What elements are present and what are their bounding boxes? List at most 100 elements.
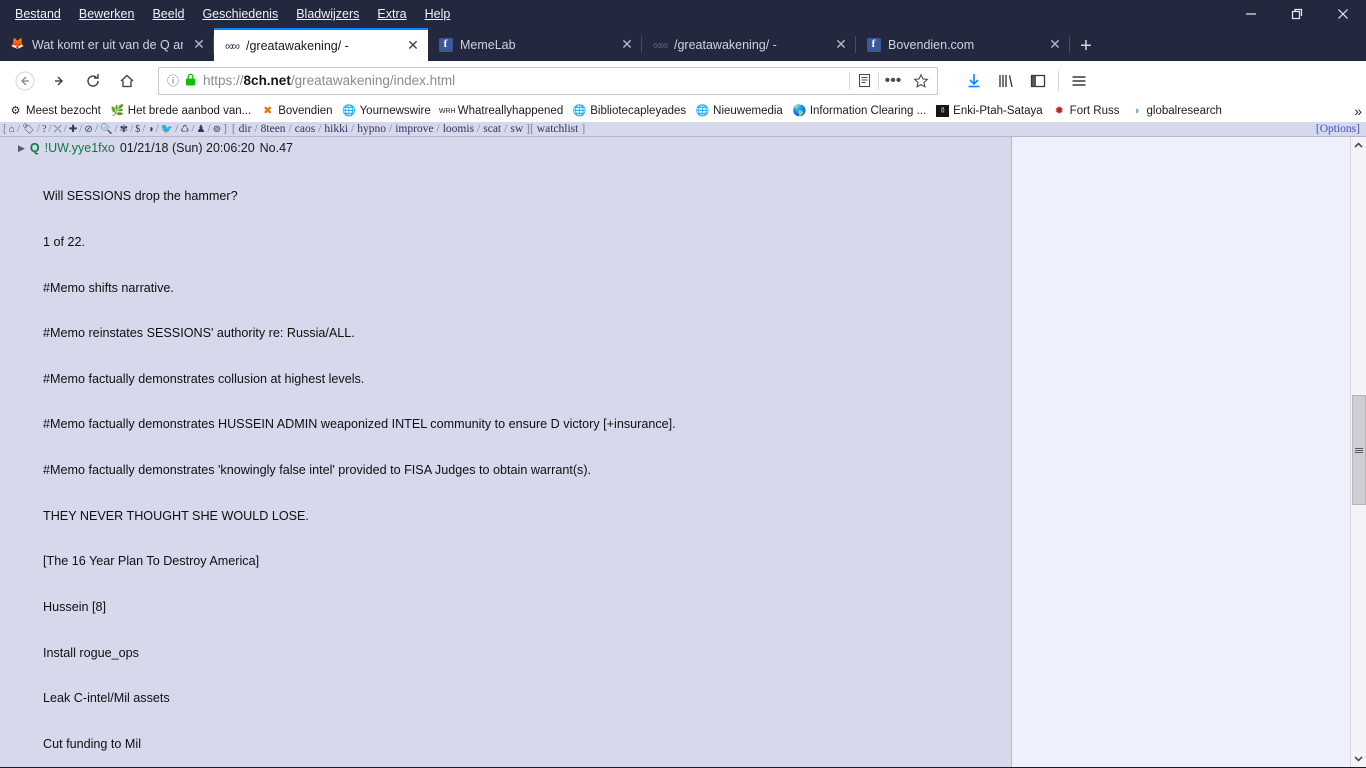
board-link-caos[interactable]: caos bbox=[293, 123, 317, 135]
library-icon[interactable] bbox=[990, 66, 1022, 96]
bookmarks-overflow-chevron-icon[interactable]: » bbox=[1348, 100, 1362, 122]
new-tab-button[interactable]: + bbox=[1070, 31, 1102, 61]
tab-1-close-icon[interactable]: ✕ bbox=[404, 37, 422, 55]
scroll-up-arrow-icon[interactable] bbox=[1351, 137, 1366, 154]
post-number[interactable]: No.47 bbox=[260, 141, 293, 155]
statue-icon: ⚱ bbox=[936, 105, 950, 117]
reload-icon[interactable] bbox=[76, 66, 110, 96]
post-line: THEY NEVER THOUGHT SHE WOULD LOSE. bbox=[43, 508, 309, 523]
tab-strip: 🦊 Wat komt er uit van de Q anon ✕ ∞∞ /gr… bbox=[0, 28, 1366, 61]
menu-geschiedenis[interactable]: Geschiedenis bbox=[193, 3, 287, 25]
gear-icon[interactable]: ✾ bbox=[119, 124, 129, 135]
bookmark-bovendien[interactable]: ✖ Bovendien bbox=[256, 103, 337, 120]
info-icon[interactable]: ⓘ bbox=[167, 72, 179, 89]
page-scrollbar[interactable] bbox=[1350, 137, 1366, 767]
board-link-loomis[interactable]: loomis bbox=[441, 123, 476, 135]
board-link-watchlist[interactable]: watchlist bbox=[535, 123, 581, 135]
bookmark-yournewswire[interactable]: 🌐 Yournewswire bbox=[338, 103, 436, 120]
tab-0-label: Wat komt er uit van de Q anon bbox=[32, 37, 183, 52]
hamburger-menu-icon[interactable] bbox=[1063, 66, 1095, 96]
download-arrow-icon[interactable] bbox=[958, 66, 990, 96]
restore-icon[interactable] bbox=[1274, 0, 1320, 28]
globe-icon: 🌐 bbox=[342, 104, 356, 117]
menu-bewerken[interactable]: Bewerken bbox=[70, 3, 144, 25]
url-text[interactable]: https://8ch.net/greatawakening/index.htm… bbox=[203, 73, 842, 88]
url-bar-actions: ••• bbox=[849, 68, 935, 94]
post-line: #Memo factually demonstrates HUSSEIN ADM… bbox=[43, 417, 676, 432]
contrast-icon[interactable]: ◑ bbox=[146, 124, 154, 135]
bookmark-label: Meest bezocht bbox=[26, 105, 101, 117]
post-body: Will SESSIONS drop the hammer? 1 of 22. … bbox=[0, 159, 1011, 767]
url-prefix: https:// bbox=[203, 73, 244, 88]
board-link-improve[interactable]: improve bbox=[393, 123, 435, 135]
check-circle-icon[interactable]: ⊚ bbox=[212, 124, 222, 135]
bookmark-label: Nieuwemedia bbox=[713, 105, 783, 117]
bookmark-information-clearing[interactable]: 🌎 Information Clearing ... bbox=[788, 103, 931, 120]
bookmark-nieuwemedia[interactable]: 🌐 Nieuwemedia bbox=[691, 103, 788, 120]
navigation-toolbar: ⓘ https://8ch.net/greatawakening/index.h… bbox=[0, 61, 1366, 100]
url-bar[interactable]: ⓘ https://8ch.net/greatawakening/index.h… bbox=[158, 66, 938, 95]
board-link-sw[interactable]: sw bbox=[508, 123, 525, 135]
site-identity[interactable]: ⓘ bbox=[167, 72, 196, 89]
menu-beeld[interactable]: Beeld bbox=[143, 3, 193, 25]
tab-2[interactable]: f MemeLab ✕ bbox=[428, 28, 642, 61]
minimize-icon[interactable] bbox=[1228, 0, 1274, 28]
back-icon[interactable] bbox=[8, 66, 42, 96]
tab-1[interactable]: ∞∞ /greatawakening/ - ✕ bbox=[214, 28, 428, 61]
menu-extra[interactable]: Extra bbox=[368, 3, 415, 25]
search-icon[interactable]: 🔍 bbox=[99, 124, 113, 135]
refresh-icon[interactable]: ♺ bbox=[179, 124, 190, 135]
toolbar-right-actions bbox=[944, 66, 1095, 96]
plus-icon[interactable]: ✚ bbox=[68, 124, 78, 135]
tab-3-close-icon[interactable]: ✕ bbox=[832, 36, 850, 54]
tab-2-close-icon[interactable]: ✕ bbox=[618, 36, 636, 54]
bookmark-fort-russ[interactable]: ✹ Fort Russ bbox=[1048, 103, 1125, 120]
menu-bestand[interactable]: Bestand bbox=[6, 3, 70, 25]
menu-bestand-label: Bestand bbox=[15, 7, 61, 21]
menu-extra-label: Extra bbox=[377, 7, 407, 21]
board-link-hypno[interactable]: hypno bbox=[355, 123, 388, 135]
sidebar-icon[interactable] bbox=[1022, 66, 1054, 96]
forward-icon[interactable] bbox=[42, 66, 76, 96]
menu-bewerken-label: Bewerken bbox=[78, 7, 135, 21]
scroll-down-arrow-icon[interactable] bbox=[1351, 750, 1366, 767]
tab-4[interactable]: f Bovendien.com ✕ bbox=[856, 28, 1070, 61]
ban-icon[interactable]: ⊘ bbox=[83, 124, 93, 135]
home-icon[interactable] bbox=[110, 66, 144, 96]
person-icon[interactable]: ♟ bbox=[196, 124, 207, 135]
bookmark-bibliotecapleyades[interactable]: 🌐 Bibliotecapleyades bbox=[568, 103, 691, 120]
post-line: Hussein [8] bbox=[43, 599, 106, 614]
dollar-icon[interactable]: $ bbox=[134, 124, 141, 135]
ellipsis-icon[interactable]: ••• bbox=[879, 68, 907, 94]
shuffle-icon[interactable]: ⤫ bbox=[53, 124, 63, 135]
close-icon[interactable] bbox=[1320, 0, 1366, 28]
board-link-8teen[interactable]: 8teen bbox=[259, 123, 288, 135]
wrh-icon: WRH bbox=[438, 107, 456, 115]
options-link[interactable]: [Options] bbox=[1316, 123, 1364, 135]
padlock-icon[interactable] bbox=[185, 73, 196, 89]
star-icon[interactable] bbox=[907, 68, 935, 94]
bookmark-enki-ptah-sataya[interactable]: ⚱ Enki-Ptah-Sataya bbox=[931, 103, 1048, 119]
tab-3[interactable]: ∞∞ /greatawakening/ - ✕ bbox=[642, 28, 856, 61]
tab-4-close-icon[interactable]: ✕ bbox=[1046, 36, 1064, 54]
triangle-right-icon[interactable]: ▶ bbox=[18, 143, 25, 154]
bookmark-whatreallyhappened[interactable]: WRH Whatreallyhappened bbox=[436, 103, 569, 120]
reader-view-icon[interactable] bbox=[850, 68, 878, 94]
home-icon[interactable]: ⌂ bbox=[8, 124, 16, 135]
menu-help[interactable]: Help bbox=[416, 3, 460, 25]
8chan-icon: ∞∞ bbox=[224, 38, 240, 53]
board-link-scat[interactable]: scat bbox=[481, 123, 503, 135]
twitter-icon[interactable]: 🐦 bbox=[160, 124, 174, 135]
board-link-hikki[interactable]: hikki bbox=[322, 123, 350, 135]
scrollbar-thumb[interactable] bbox=[1352, 395, 1366, 505]
facebook-icon: f bbox=[866, 37, 881, 52]
tag-icon[interactable]: 🏷 bbox=[21, 124, 36, 135]
bookmark-meest-bezocht[interactable]: ⚙ Meest bezocht bbox=[4, 103, 106, 120]
board-link-dir[interactable]: dir bbox=[237, 123, 254, 135]
bookmark-globalresearch[interactable]: ◑ globalresearch bbox=[1125, 103, 1227, 120]
bookmark-het-brede-aanbod[interactable]: 🌿 Het brede aanbod van... bbox=[106, 103, 256, 120]
tab-0[interactable]: 🦊 Wat komt er uit van de Q anon ✕ bbox=[0, 28, 214, 61]
menu-bladwijzers[interactable]: Bladwijzers bbox=[287, 3, 368, 25]
post-line: Cut funding to Mil bbox=[43, 736, 142, 751]
tab-0-close-icon[interactable]: ✕ bbox=[190, 36, 208, 54]
